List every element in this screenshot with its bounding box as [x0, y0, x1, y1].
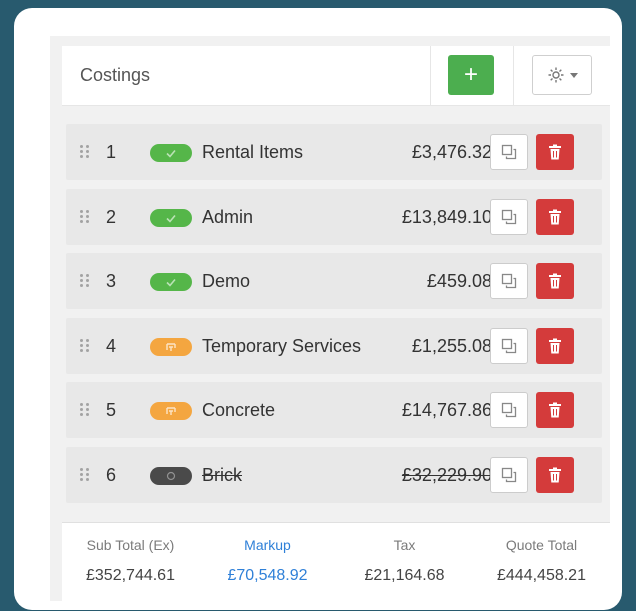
copy-icon	[501, 144, 517, 160]
status-badge[interactable]	[150, 402, 192, 420]
duplicate-button[interactable]	[490, 134, 528, 170]
costing-amount: £32,229.90	[401, 464, 492, 485]
trash-icon	[549, 338, 561, 353]
costings-header: Costings +	[62, 46, 610, 106]
delete-button[interactable]	[536, 134, 574, 170]
tax-summary: Tax £21,164.68	[336, 537, 473, 585]
costing-name[interactable]: Admin	[202, 207, 253, 228]
markup-summary[interactable]: Markup £70,548.92	[199, 537, 336, 585]
costing-row[interactable]: 5 Concrete £14,767.86	[66, 382, 602, 438]
subtotal-label: Sub Total (Ex)	[86, 537, 175, 553]
costing-row[interactable]: 6 Brick £32,229.90	[66, 446, 602, 503]
costing-name[interactable]: Brick	[202, 465, 242, 486]
row-number: 2	[106, 206, 117, 227]
quote-total-value: £444,458.21	[497, 567, 586, 584]
status-badge[interactable]	[150, 337, 192, 356]
costing-name[interactable]: Temporary Services	[202, 336, 361, 357]
row-number: 4	[106, 335, 117, 356]
costing-amount: £3,476.32	[411, 142, 492, 162]
costing-row[interactable]: 1 Rental Items £3,476.32	[66, 124, 602, 180]
subtotal-value: £352,744.61	[86, 567, 175, 584]
copy-icon	[501, 338, 517, 353]
drag-handle-icon[interactable]	[80, 467, 90, 482]
circle-icon	[166, 471, 176, 480]
delete-button[interactable]	[536, 327, 574, 364]
status-badge[interactable]	[150, 208, 192, 227]
row-number: 6	[106, 464, 117, 485]
delete-button[interactable]	[536, 456, 574, 493]
header-divider	[430, 46, 431, 106]
tax-label: Tax	[393, 537, 416, 553]
costings-card: Costings + 1 Rental Items £3,476.32 2 Admin £…	[14, 8, 622, 610]
delete-button[interactable]	[536, 392, 574, 428]
duplicate-button[interactable]	[490, 263, 528, 299]
row-number: 5	[106, 400, 117, 420]
settings-dropdown-button[interactable]	[532, 55, 592, 95]
copy-icon	[501, 402, 517, 418]
copy-icon	[501, 273, 517, 289]
trash-icon	[549, 144, 561, 160]
status-badge[interactable]	[150, 466, 192, 485]
costing-amount: £13,849.10	[401, 206, 492, 227]
markup-label[interactable]: Markup	[199, 537, 336, 553]
copy-icon	[501, 209, 517, 224]
costing-row[interactable]: 4 Temporary Services £1,255.08	[66, 317, 602, 374]
delete-button[interactable]	[536, 198, 574, 235]
costing-amount: £14,767.86	[401, 400, 492, 420]
pending-icon	[166, 342, 176, 351]
trash-icon	[549, 467, 561, 482]
duplicate-button[interactable]	[490, 392, 528, 428]
drag-handle-icon[interactable]	[80, 403, 90, 417]
costing-name[interactable]: Concrete	[202, 400, 275, 421]
costing-row[interactable]: 2 Admin £13,849.10	[66, 188, 602, 245]
row-number: 3	[106, 271, 117, 291]
drag-handle-icon[interactable]	[80, 209, 90, 224]
quote-total-label: Quote Total	[505, 537, 578, 553]
costings-panel: Costings + 1 Rental Items £3,476.32 2 Admin £…	[50, 36, 610, 601]
trash-icon	[549, 402, 561, 418]
chevron-down-icon	[570, 73, 578, 78]
trash-icon	[549, 273, 561, 289]
tax-value: £21,164.68	[364, 567, 445, 584]
status-badge[interactable]	[150, 273, 192, 291]
copy-icon	[501, 467, 517, 482]
delete-button[interactable]	[536, 263, 574, 299]
subtotal-summary: Sub Total (Ex) £352,744.61	[62, 537, 199, 585]
costing-row[interactable]: 3 Demo £459.08	[66, 253, 602, 309]
drag-handle-icon[interactable]	[80, 145, 90, 159]
costing-name[interactable]: Rental Items	[202, 142, 303, 163]
gear-icon	[548, 67, 564, 83]
row-number: 1	[106, 142, 117, 162]
quote-total-summary: Quote Total £444,458.21	[473, 537, 610, 585]
costing-amount: £459.08	[426, 271, 492, 291]
totals-bar: Sub Total (Ex) £352,744.61 Markup £70,54…	[62, 522, 610, 601]
costing-amount: £1,255.08	[411, 335, 492, 356]
costing-name[interactable]: Demo	[202, 271, 250, 292]
drag-handle-icon[interactable]	[80, 274, 90, 288]
panel-title: Costings	[80, 65, 151, 85]
check-icon	[166, 149, 176, 158]
header-divider	[513, 46, 514, 106]
trash-icon	[549, 209, 561, 224]
drag-handle-icon[interactable]	[80, 338, 90, 353]
status-badge[interactable]	[150, 144, 192, 162]
add-costing-button[interactable]: +	[448, 55, 494, 95]
pending-icon	[166, 407, 176, 415]
duplicate-button[interactable]	[490, 456, 528, 493]
check-icon	[166, 278, 176, 287]
markup-value[interactable]: £70,548.92	[199, 567, 336, 585]
check-icon	[166, 214, 176, 223]
duplicate-button[interactable]	[490, 198, 528, 235]
duplicate-button[interactable]	[490, 327, 528, 364]
